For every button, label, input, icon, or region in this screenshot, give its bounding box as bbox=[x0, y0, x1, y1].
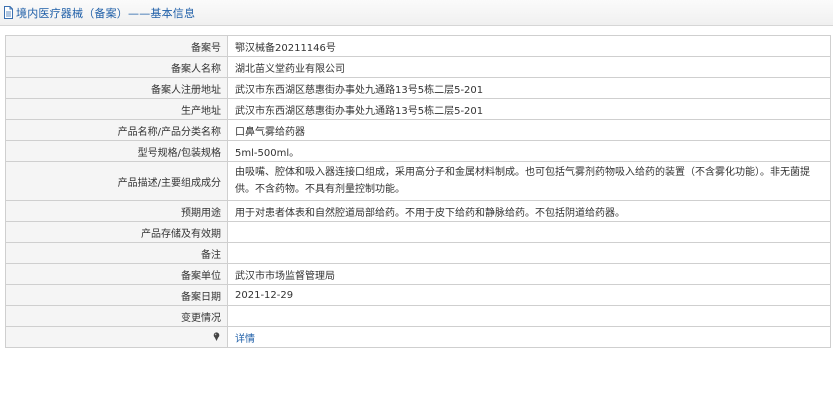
row-value: 鄂汉械备20211146号 bbox=[227, 35, 831, 57]
detail-link[interactable]: 详情 bbox=[235, 334, 255, 345]
row-label: 备案人注册地址 bbox=[5, 77, 228, 99]
row-label: 预期用途 bbox=[5, 200, 228, 222]
pin-icon bbox=[213, 331, 220, 341]
table-row: 产品存储及有效期 bbox=[5, 221, 831, 243]
detail-row-label bbox=[5, 326, 228, 348]
table-row: 生产地址 武汉市东西湖区慈惠街办事处九通路13号5栋二层5-201 bbox=[5, 98, 831, 120]
table-row: 备案日期 2021-12-29 bbox=[5, 284, 831, 306]
row-label: 产品名称/产品分类名称 bbox=[5, 119, 228, 141]
row-value: 武汉市东西湖区慈惠街办事处九通路13号5栋二层5-201 bbox=[227, 98, 831, 120]
row-value bbox=[227, 305, 831, 327]
page-header: 境内医疗器械（备案）——基本信息 bbox=[0, 0, 833, 26]
record-info-table: 备案号 鄂汉械备20211146号 备案人名称 湖北苗义堂药业有限公司 备案人注… bbox=[5, 35, 831, 348]
row-value: 湖北苗义堂药业有限公司 bbox=[227, 56, 831, 78]
row-label: 备注 bbox=[5, 242, 228, 264]
page-title: 境内医疗器械（备案）——基本信息 bbox=[16, 6, 196, 20]
row-label: 备案号 bbox=[5, 35, 228, 57]
row-label: 备案日期 bbox=[5, 284, 228, 306]
table-row: 备注 bbox=[5, 242, 831, 264]
row-label: 变更情况 bbox=[5, 305, 228, 327]
row-value: 口鼻气雾给药器 bbox=[227, 119, 831, 141]
table-row: 备案人名称 湖北苗义堂药业有限公司 bbox=[5, 56, 831, 78]
table-row: 变更情况 bbox=[5, 305, 831, 327]
detail-row-value: 详情 bbox=[227, 326, 831, 348]
row-value: 武汉市东西湖区慈惠街办事处九通路13号5栋二层5-201 bbox=[227, 77, 831, 99]
row-label: 产品描述/主要组成成分 bbox=[5, 161, 228, 201]
table-row: 备案人注册地址 武汉市东西湖区慈惠街办事处九通路13号5栋二层5-201 bbox=[5, 77, 831, 99]
row-value: 由吸嘴、腔体和吸入器连接口组成，采用高分子和金属材料制成。也可包括气雾剂药物吸入… bbox=[227, 161, 831, 201]
table-row: 预期用途 用于对患者体表和自然腔道局部给药。不用于皮下给药和静脉给药。不包括阴道… bbox=[5, 200, 831, 222]
table-row: 产品名称/产品分类名称 口鼻气雾给药器 bbox=[5, 119, 831, 141]
document-icon bbox=[4, 6, 13, 19]
row-label: 生产地址 bbox=[5, 98, 228, 120]
table-row: 备案单位 武汉市市场监督管理局 bbox=[5, 263, 831, 285]
row-value: 武汉市市场监督管理局 bbox=[227, 263, 831, 285]
row-value bbox=[227, 242, 831, 264]
row-value: 5ml-500ml。 bbox=[227, 140, 831, 162]
row-value bbox=[227, 221, 831, 243]
row-value: 用于对患者体表和自然腔道局部给药。不用于皮下给药和静脉给药。不包括阴道给药器。 bbox=[227, 200, 831, 222]
row-label: 型号规格/包装规格 bbox=[5, 140, 228, 162]
table-row: 产品描述/主要组成成分 由吸嘴、腔体和吸入器连接口组成，采用高分子和金属材料制成… bbox=[5, 161, 831, 201]
row-label: 产品存储及有效期 bbox=[5, 221, 228, 243]
table-row: 型号规格/包装规格 5ml-500ml。 bbox=[5, 140, 831, 162]
table-row: 备案号 鄂汉械备20211146号 bbox=[5, 35, 831, 57]
row-label: 备案人名称 bbox=[5, 56, 228, 78]
detail-row: 详情 bbox=[5, 326, 831, 348]
row-label: 备案单位 bbox=[5, 263, 228, 285]
row-value: 2021-12-29 bbox=[227, 284, 831, 306]
